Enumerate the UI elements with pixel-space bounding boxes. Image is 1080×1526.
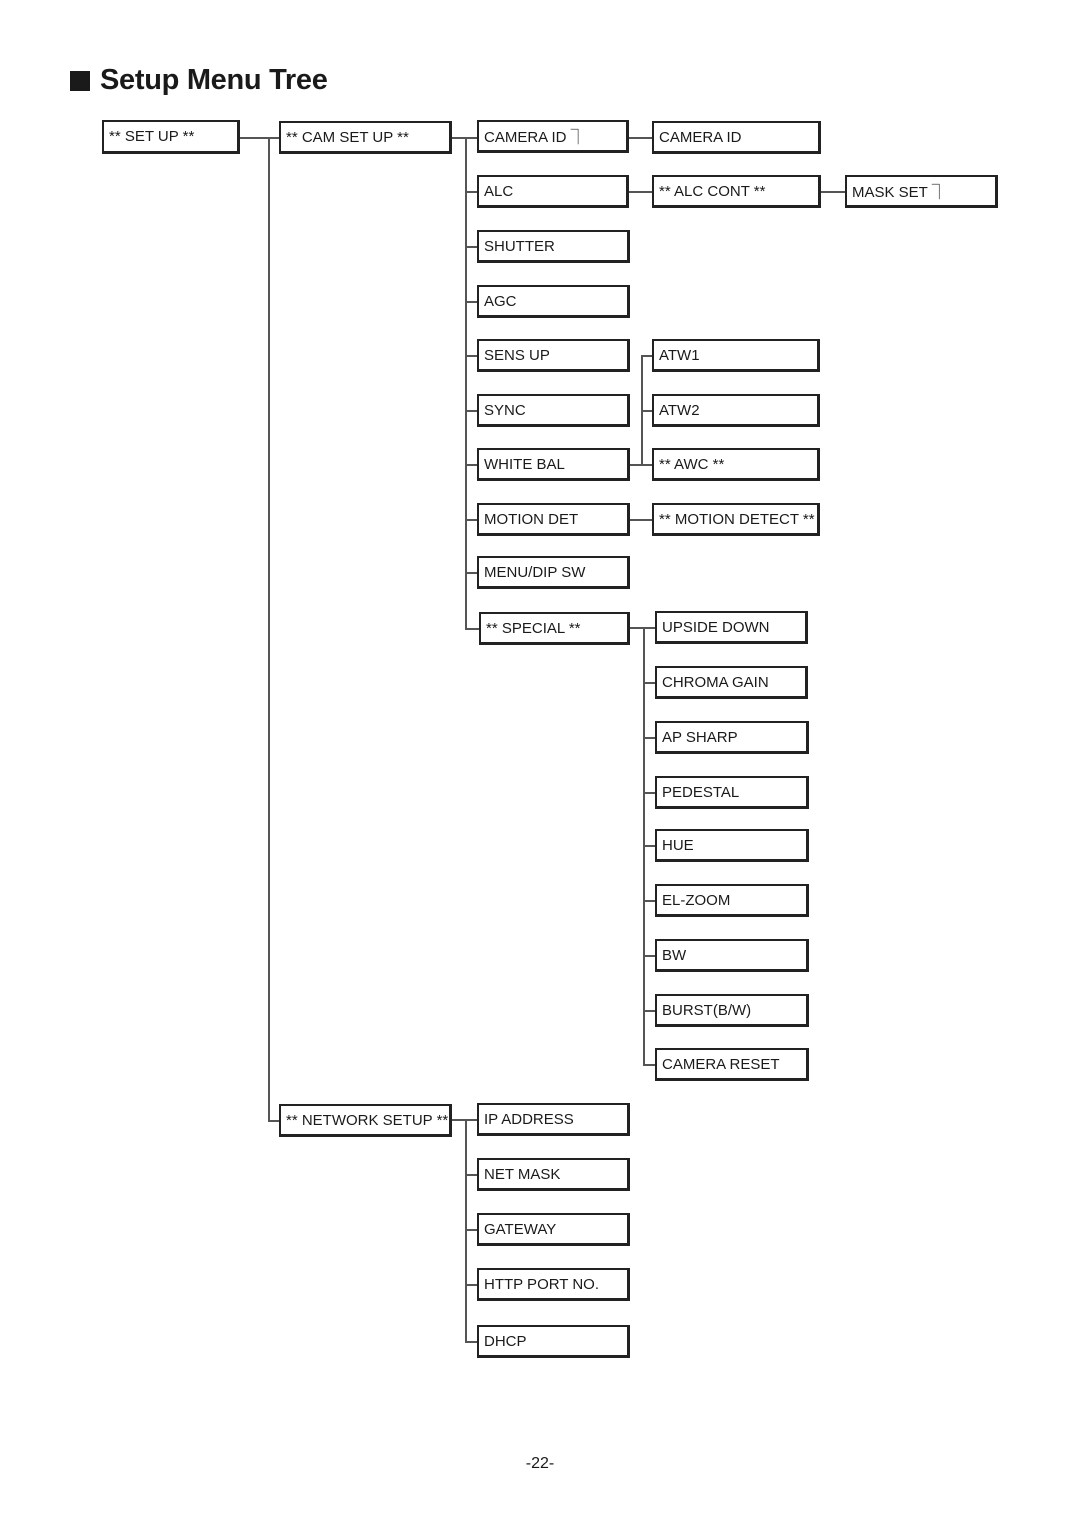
page-title-text: Setup Menu Tree xyxy=(100,64,328,96)
connector xyxy=(629,191,653,193)
black-square-icon xyxy=(70,70,90,91)
menu-item-sync[interactable]: SYNC xyxy=(477,394,630,427)
menu-item-alc-cont[interactable]: ** ALC CONT ** xyxy=(652,175,821,208)
menu-item-alc[interactable]: ALC xyxy=(477,175,629,208)
menu-item-awc[interactable]: ** AWC ** xyxy=(652,448,820,481)
menu-item-motion-detect[interactable]: ** MOTION DETECT ** xyxy=(652,503,820,536)
connector xyxy=(268,137,270,1121)
menu-item-white-bal[interactable]: WHITE BAL xyxy=(477,448,630,481)
connector xyxy=(630,519,652,521)
menu-item-special[interactable]: ** SPECIAL ** xyxy=(479,612,630,645)
connector xyxy=(629,137,653,139)
connector xyxy=(240,137,280,139)
menu-item-chroma-gain[interactable]: CHROMA GAIN xyxy=(655,666,808,699)
menu-item-menu-dip-sw[interactable]: MENU/DIP SW xyxy=(477,556,630,589)
menu-node-network-setup[interactable]: ** NETWORK SETUP ** xyxy=(279,1104,452,1137)
menu-node-cam-setup[interactable]: ** CAM SET UP ** xyxy=(279,121,452,154)
menu-item-pedestal[interactable]: PEDESTAL xyxy=(655,776,809,809)
connector xyxy=(465,1119,467,1342)
menu-node-setup[interactable]: ** SET UP ** xyxy=(102,120,240,154)
connector xyxy=(465,628,480,630)
connector xyxy=(465,137,467,629)
menu-item-shutter[interactable]: SHUTTER xyxy=(477,230,630,263)
connector xyxy=(641,410,652,412)
menu-item-burst-bw[interactable]: BURST(B/W) xyxy=(655,994,809,1027)
menu-item-hue[interactable]: HUE xyxy=(655,829,809,862)
menu-item-dhcp[interactable]: DHCP xyxy=(477,1325,630,1358)
menu-item-sens-up[interactable]: SENS UP xyxy=(477,339,630,372)
menu-item-motion-det[interactable]: MOTION DET xyxy=(477,503,630,536)
menu-item-camera-id[interactable]: CAMERA ID ⏋ xyxy=(477,120,629,153)
menu-item-http-port-no[interactable]: HTTP PORT NO. xyxy=(477,1268,630,1301)
menu-item-upside-down[interactable]: UPSIDE DOWN xyxy=(655,611,808,644)
menu-item-atw2[interactable]: ATW2 xyxy=(652,394,820,427)
connector xyxy=(641,355,652,357)
menu-item-net-mask[interactable]: NET MASK xyxy=(477,1158,630,1191)
menu-item-camera-id-edit[interactable]: CAMERA ID xyxy=(652,121,821,154)
menu-item-ap-sharp[interactable]: AP SHARP xyxy=(655,721,809,754)
menu-item-gateway[interactable]: GATEWAY xyxy=(477,1213,630,1246)
menu-item-mask-set[interactable]: MASK SET ⏋ xyxy=(845,175,998,208)
page-number: -22- xyxy=(525,1455,555,1472)
page-title: Setup Menu Tree xyxy=(70,64,328,97)
menu-item-camera-reset[interactable]: CAMERA RESET xyxy=(655,1048,809,1081)
connector xyxy=(821,191,846,193)
menu-item-agc[interactable]: AGC xyxy=(477,285,630,318)
menu-item-ip-address[interactable]: IP ADDRESS xyxy=(477,1103,630,1136)
menu-item-bw[interactable]: BW xyxy=(655,939,809,972)
menu-item-atw1[interactable]: ATW1 xyxy=(652,339,820,372)
menu-item-el-zoom[interactable]: EL-ZOOM xyxy=(655,884,809,917)
